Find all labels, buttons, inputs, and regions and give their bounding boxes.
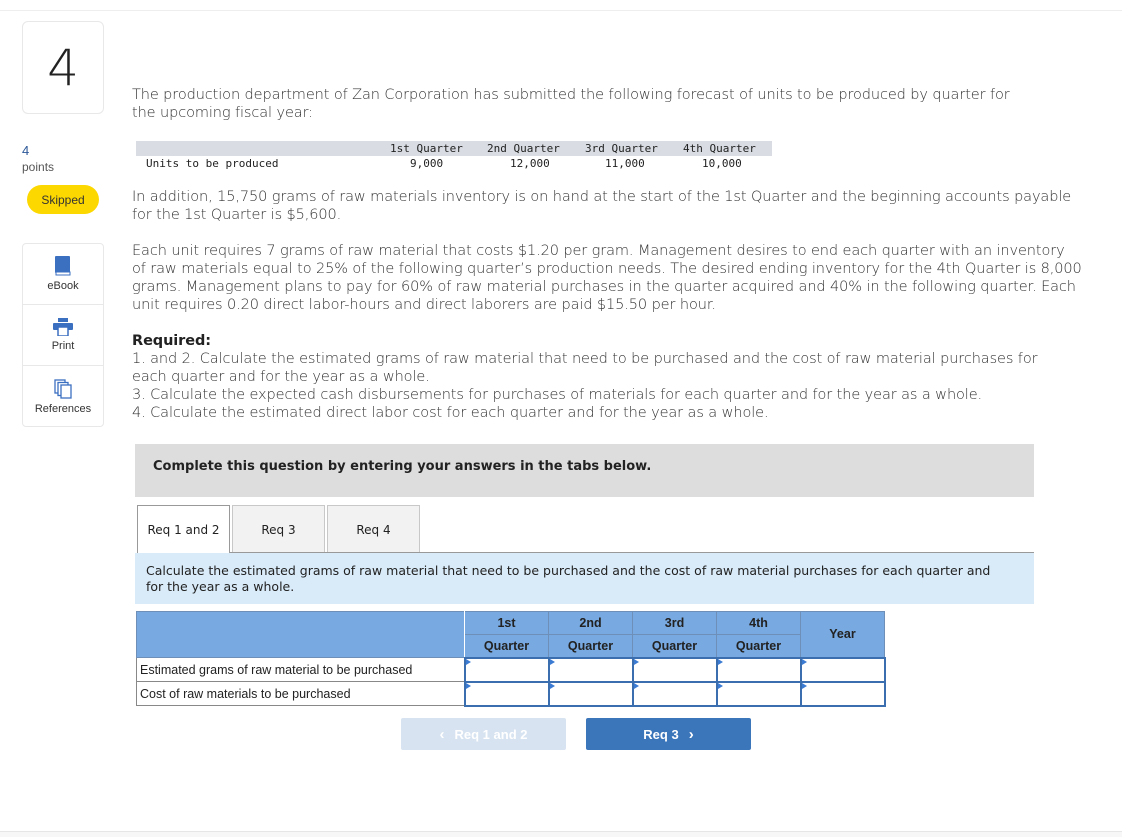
references-button[interactable]: References <box>23 366 103 427</box>
references-label: References <box>34 402 92 415</box>
answer-header-blank <box>136 611 465 658</box>
tools-panel: eBook Print References <box>22 243 104 427</box>
ebook-label: eBook <box>47 280 79 292</box>
instructions-banner: Complete this question by entering your … <box>135 444 1034 497</box>
required-section: Required: 1. and 2. Calculate the estima… <box>132 332 1062 422</box>
print-button[interactable]: Print <box>23 305 103 366</box>
units-value: 11,000 <box>605 157 645 170</box>
row-label-grams: Estimated grams of raw material to be pu… <box>136 657 465 682</box>
grams-year-input[interactable] <box>801 658 884 681</box>
units-col-header: 3rd Quarter <box>585 142 658 155</box>
col-header-q4-top: 4th <box>716 611 801 635</box>
cost-q4-cell <box>715 680 802 707</box>
row-label-cost: Cost of raw materials to be purchased <box>136 681 465 706</box>
top-divider <box>0 10 1122 11</box>
required-item: 1. and 2. Calculate the estimated grams … <box>132 351 1038 385</box>
units-value: 9,000 <box>410 157 444 170</box>
units-table-header: 1st Quarter 2nd Quarter 3rd Quarter 4th … <box>136 141 772 156</box>
cost-q1-cell <box>463 680 550 707</box>
grams-q1-input[interactable] <box>465 658 548 681</box>
required-item: 4. Calculate the estimated direct labor … <box>132 405 769 421</box>
status-badge: Skipped <box>27 185 99 214</box>
table-row: Cost of raw materials to be purchased <box>136 680 886 707</box>
grams-q4-input[interactable] <box>717 658 800 681</box>
grams-q3-input[interactable] <box>633 658 716 681</box>
col-header-q3-top: 3rd <box>632 611 717 635</box>
col-header-q4-bottom: Quarter <box>716 634 801 658</box>
cost-q3-input[interactable] <box>633 682 716 705</box>
cost-q2-cell <box>547 680 634 707</box>
cost-q1-input[interactable] <box>465 682 548 705</box>
col-header-q3-bottom: Quarter <box>632 634 717 658</box>
problem-intro: The production department of Zan Corpora… <box>132 87 1010 121</box>
chevron-left-icon: ‹ <box>439 725 445 743</box>
col-header-q1-bottom: Quarter <box>464 634 549 658</box>
grams-q2-cell <box>547 656 634 683</box>
tab-req-4[interactable]: Req 4 <box>327 505 420 553</box>
answer-table: 1st 2nd 3rd 4th Year Quarter Quarter Qua… <box>136 611 886 707</box>
cost-q3-cell <box>631 680 718 707</box>
problem-paragraph-assumptions: Each unit requires 7 grams of raw materi… <box>132 243 1082 313</box>
units-value: 12,000 <box>510 157 550 170</box>
required-heading: Required: <box>132 333 211 349</box>
tab-req-1-and-2[interactable]: Req 1 and 2 <box>137 505 230 553</box>
grams-q4-cell <box>715 656 802 683</box>
cost-year-input[interactable] <box>801 682 884 705</box>
points-value: 4 <box>22 143 30 158</box>
table-row: Estimated grams of raw material to be pu… <box>136 656 886 683</box>
tab-instruction: Calculate the estimated grams of raw mat… <box>135 553 1034 604</box>
prev-req-label: Req 1 and 2 <box>454 726 528 742</box>
required-item: 3. Calculate the expected cash disbursem… <box>132 387 983 403</box>
grams-year-cell <box>799 656 886 683</box>
col-header-year: Year <box>800 611 885 658</box>
cost-q4-input[interactable] <box>717 682 800 705</box>
book-icon <box>55 256 71 276</box>
cost-year-cell <box>799 680 886 707</box>
tab-req-3[interactable]: Req 3 <box>232 505 325 553</box>
problem-paragraph-inventory: In addition, 15,750 grams of raw materia… <box>132 189 1072 223</box>
units-table-row: Units to be produced 9,000 12,000 11,000… <box>136 156 772 172</box>
units-col-header: 4th Quarter <box>683 142 756 155</box>
units-col-header: 1st Quarter <box>390 142 463 155</box>
cost-q2-input[interactable] <box>549 682 632 705</box>
units-value: 10,000 <box>702 157 742 170</box>
next-req-button[interactable]: Req 3 › <box>586 718 751 750</box>
grams-q2-input[interactable] <box>549 658 632 681</box>
chevron-right-icon: › <box>688 725 694 743</box>
col-header-q2-bottom: Quarter <box>548 634 633 658</box>
col-header-q1-top: 1st <box>464 611 549 635</box>
grams-q3-cell <box>631 656 718 683</box>
print-label: Print <box>51 340 75 352</box>
grams-q1-cell <box>463 656 550 683</box>
units-col-header: 2nd Quarter <box>487 142 560 155</box>
units-row-label: Units to be produced <box>146 157 279 170</box>
question-number: 4 <box>22 21 104 114</box>
col-header-q2-top: 2nd <box>548 611 633 635</box>
copy-pages-icon <box>54 378 72 399</box>
next-req-label: Req 3 <box>643 726 679 742</box>
points-label: points <box>22 160 55 174</box>
units-table: 1st Quarter 2nd Quarter 3rd Quarter 4th … <box>136 141 772 172</box>
ebook-button[interactable]: eBook <box>23 244 103 305</box>
bottom-bar <box>0 832 1122 837</box>
prev-req-button[interactable]: ‹ Req 1 and 2 <box>401 718 566 750</box>
printer-icon <box>53 318 73 336</box>
